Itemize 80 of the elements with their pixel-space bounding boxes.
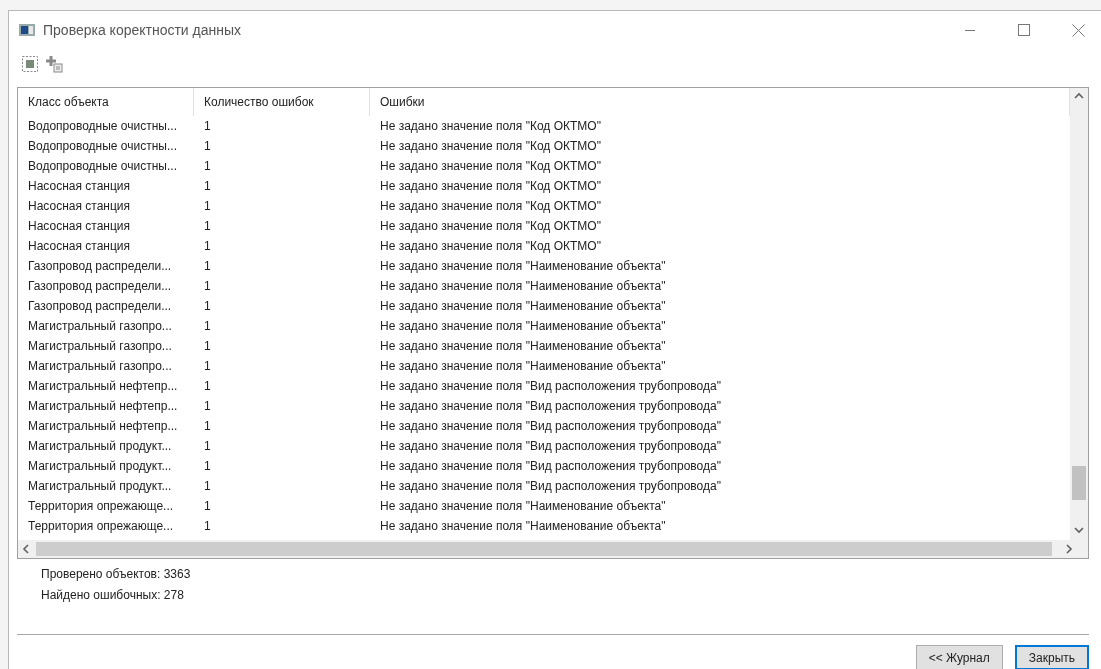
table-cell-text: Магистральный нефтепр...: [27, 419, 179, 433]
table-cell-text: Не задано значение поля "Наименование объекта": [379, 279, 667, 293]
table-cell-text: Магистральный нефтепр...: [27, 399, 179, 413]
table-cell-text: 1: [203, 339, 212, 353]
chevron-down-icon: [1074, 525, 1084, 536]
window-title: Проверка коректности данных: [43, 22, 243, 38]
table-cell-text: Не задано значение поля "Код ОКТМО": [379, 219, 602, 233]
table-cell-text: Не задано значение поля "Наименование объекта": [379, 499, 667, 513]
table-cell-text: Не задано значение поля "Вид расположения трубопровода": [379, 439, 722, 453]
summary-text: Проверено объектов: 3363: [41, 566, 192, 581]
table-cell-text: 1: [203, 439, 212, 453]
table-cell-text: Не задано значение поля "Наименование объекта": [379, 339, 667, 353]
chevron-right-icon: [1065, 543, 1075, 554]
table-cell-text: 1: [203, 519, 212, 533]
select-icon[interactable]: [21, 55, 39, 73]
table-cell-text: Магистральный газопро...: [27, 339, 173, 353]
table-cell-text: Не задано значение поля "Наименование объекта": [379, 359, 667, 373]
table-cell-text: Территория опрежающе...: [27, 519, 175, 533]
column-header[interactable]: Количество ошибок: [194, 88, 370, 116]
table-cell-text: Водопроводные очистны...: [27, 119, 178, 133]
table-cell-text: 1: [203, 399, 212, 413]
table-cell-text: 1: [203, 279, 212, 293]
close-icon: [1071, 23, 1085, 37]
table-cell-text: 1: [203, 239, 212, 253]
chevron-left-icon: [22, 543, 32, 554]
table-cell-text: Не задано значение поля "Вид расположения трубопровода": [379, 399, 722, 413]
scrollbar-thumb[interactable]: [1072, 466, 1086, 500]
table-cell-text: 1: [203, 419, 212, 433]
maximize-icon: [1018, 24, 1030, 36]
table-cell-text: Газопровод распредели...: [27, 299, 173, 313]
add-icon[interactable]: [45, 55, 63, 73]
table-cell-text: Водопроводные очистны...: [27, 139, 178, 153]
table-cell-text: Не задано значение поля "Код ОКТМО": [379, 239, 602, 253]
table-cell-text: Не задано значение поля "Наименование объекта": [379, 319, 667, 333]
app-icon: [19, 24, 35, 36]
journal-button[interactable]: << Журнал: [915, 645, 1003, 669]
table-cell-text: Не задано значение поля "Наименование объекта": [379, 259, 667, 273]
close-dialog-button[interactable]: Закрыть: [1014, 645, 1089, 669]
table-cell-text: 1: [203, 459, 212, 473]
table-cell-text: Водопроводные очистны...: [27, 159, 178, 173]
table-cell-text: Не задано значение поля "Вид расположения трубопровода": [379, 419, 722, 433]
table-cell-text: 1: [203, 179, 212, 193]
table-cell-text: Магистральный продукт...: [27, 459, 173, 473]
summary-text: Найдено ошибочных: 278: [41, 587, 185, 602]
table-cell-text: 1: [203, 319, 212, 333]
table-cell-text: 1: [203, 119, 212, 133]
scrollbar-thumb[interactable]: [36, 541, 1052, 556]
table-cell-text: 1: [203, 259, 212, 273]
table-cell-text: Магистральный газопро...: [27, 319, 173, 333]
table-cell-text: Газопровод распредели...: [27, 259, 173, 273]
table-cell-text: Не задано значение поля "Код ОКТМО": [379, 139, 602, 153]
table-cell-text: 1: [203, 139, 212, 153]
table-cell-text: Не задано значение поля "Наименование объекта": [379, 299, 667, 313]
table-cell-text: 1: [203, 359, 212, 373]
table-cell-text: Газопровод распредели...: [27, 279, 173, 293]
table-cell-text: Не задано значение поля "Наименование объекта": [379, 519, 667, 533]
table-cell-text: Не задано значение поля "Вид расположения трубопровода": [379, 479, 722, 493]
table-cell-text: 1: [203, 159, 212, 173]
table-cell-text: 1: [203, 299, 212, 313]
column-header[interactable]: Класс объекта: [18, 88, 194, 116]
table-cell-text: Не задано значение поля "Код ОКТМО": [379, 199, 602, 213]
table-cell-text: Магистральный газопро...: [27, 359, 173, 373]
table-cell-text: Не задано значение поля "Код ОКТМО": [379, 119, 602, 133]
table-cell-text: Насосная станция: [27, 219, 132, 233]
table-cell-text: Магистральный нефтепр...: [27, 379, 179, 393]
table-cell-text: Территория опрежающе...: [27, 499, 175, 513]
table-cell-text: 1: [203, 499, 212, 513]
table-cell-text: Магистральный продукт...: [27, 479, 173, 493]
table-cell-text: Магистральный продукт...: [27, 439, 173, 453]
table-cell-text: Не задано значение поля "Код ОКТМО": [379, 179, 602, 193]
table-cell-text: Насосная станция: [27, 239, 132, 253]
table-cell-text: 1: [203, 199, 212, 213]
table-cell-text: Насосная станция: [27, 179, 132, 193]
table-cell-text: Не задано значение поля "Вид расположения трубопровода": [379, 459, 722, 473]
table-cell-text: 1: [203, 479, 212, 493]
table-cell-text: 1: [203, 379, 212, 393]
table-cell-text: Насосная станция: [27, 199, 132, 213]
table-cell-text: Не задано значение поля "Код ОКТМО": [379, 159, 602, 173]
table-cell-text: Не задано значение поля "Вид расположения трубопровода": [379, 379, 722, 393]
table-cell-text: 1: [203, 219, 212, 233]
